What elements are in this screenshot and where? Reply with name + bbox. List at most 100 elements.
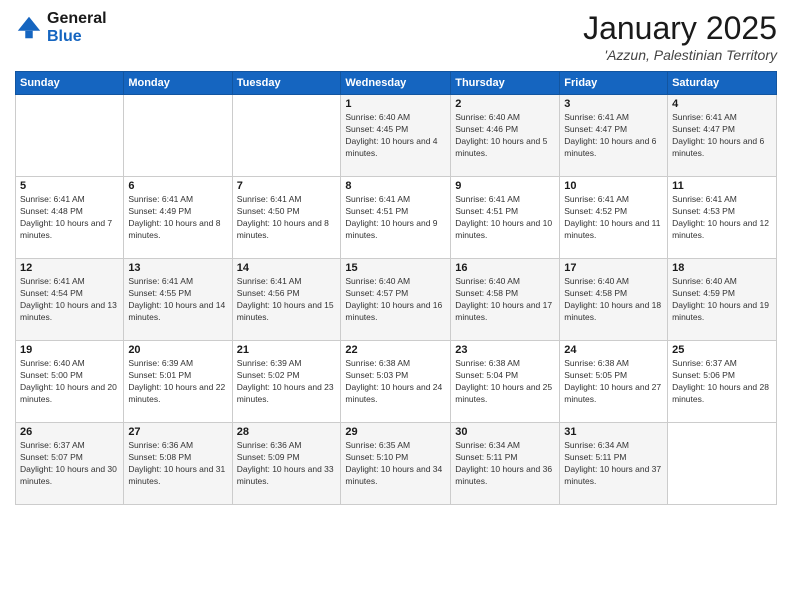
- day-info: Sunrise: 6:41 AM Sunset: 4:49 PM Dayligh…: [128, 194, 227, 242]
- table-row: 29Sunrise: 6:35 AM Sunset: 5:10 PM Dayli…: [341, 423, 451, 505]
- table-row: 16 Sunrise: 6:40 AM Sunset: 4:58 PM Dayli…: [451, 259, 560, 341]
- table-row: 4 Sunrise: 6:41 AM Sunset: 4:47 PM Daylig…: [668, 95, 777, 177]
- day-info: Sunrise: 6:37 AM Sunset: 5:07 PM Dayligh…: [20, 440, 119, 488]
- page: General Blue January 2025 'Azzun, Palest…: [0, 0, 792, 612]
- table-row: 28 Sunrise: 6:36 AM Sunset: 5:09 PM Dayli…: [232, 423, 341, 505]
- table-row: 30 Sunrise: 6:34 AM Sunset: 5:11 PM Dayli…: [451, 423, 560, 505]
- day-number: 15: [345, 262, 446, 274]
- day-number: 30: [455, 426, 555, 438]
- table-row: 15 Sunrise: 6:40 AM Sunset: 4:57 PM Dayli…: [341, 259, 451, 341]
- day-info: Sunrise: 6:40 AM Sunset: 4:58 PM Dayligh…: [455, 276, 555, 324]
- table-row: 20 Sunrise: 6:39 AM Sunset: 5:01 PM Dayli…: [124, 341, 232, 423]
- day-info: Sunrise: 6:41 AM Sunset: 4:48 PM Dayligh…: [20, 194, 119, 242]
- calendar-header-row: Sunday Monday Tuesday Wednesday Thursday…: [16, 72, 777, 95]
- day-info: Sunrise: 6:41 AM Sunset: 4:47 PM Dayligh…: [672, 112, 772, 160]
- calendar-week-row: 12 Sunrise: 6:41 AM Sunset: 4:54 PM Dayli…: [16, 259, 777, 341]
- day-info: Sunrise: 6:38 AM Sunset: 5:03 PM Dayligh…: [345, 358, 446, 406]
- table-row: 27 Sunrise: 6:36 AM Sunset: 5:08 PM Dayli…: [124, 423, 232, 505]
- table-row: [232, 95, 341, 177]
- calendar-week-row: 19 Sunrise: 6:40 AM Sunset: 5:00 PM Dayli…: [16, 341, 777, 423]
- day-info: Sunrise: 6:40 AM Sunset: 4:45 PM Dayligh…: [345, 112, 446, 160]
- day-info: Sunrise: 6:40 AM Sunset: 4:57 PM Dayligh…: [345, 276, 446, 324]
- day-info: Sunrise: 6:41 AM Sunset: 4:54 PM Dayligh…: [20, 276, 119, 324]
- table-row: 21 Sunrise: 6:39 AM Sunset: 5:02 PM Dayli…: [232, 341, 341, 423]
- day-info: Sunrise: 6:34 AM Sunset: 5:11 PM Dayligh…: [455, 440, 555, 488]
- title-block: January 2025 'Azzun, Palestinian Territo…: [583, 10, 777, 63]
- table-row: 25Sunrise: 6:37 AM Sunset: 5:06 PM Dayli…: [668, 341, 777, 423]
- table-row: 1 Sunrise: 6:40 AM Sunset: 4:45 PM Daylig…: [341, 95, 451, 177]
- day-info: Sunrise: 6:41 AM Sunset: 4:51 PM Dayligh…: [455, 194, 555, 242]
- header: General Blue January 2025 'Azzun, Palest…: [15, 10, 777, 63]
- day-info: Sunrise: 6:41 AM Sunset: 4:47 PM Dayligh…: [564, 112, 663, 160]
- day-number: 4: [672, 98, 772, 110]
- table-row: 17Sunrise: 6:40 AM Sunset: 4:58 PM Dayli…: [560, 259, 668, 341]
- day-number: 14: [237, 262, 337, 274]
- day-info: Sunrise: 6:35 AM Sunset: 5:10 PM Dayligh…: [345, 440, 446, 488]
- table-row: 2Sunrise: 6:40 AM Sunset: 4:46 PM Daylig…: [451, 95, 560, 177]
- table-row: 5 Sunrise: 6:41 AM Sunset: 4:48 PM Daylig…: [16, 177, 124, 259]
- day-number: 19: [20, 344, 119, 356]
- day-info: Sunrise: 6:41 AM Sunset: 4:55 PM Dayligh…: [128, 276, 227, 324]
- table-row: 24Sunrise: 6:38 AM Sunset: 5:05 PM Dayli…: [560, 341, 668, 423]
- day-info: Sunrise: 6:41 AM Sunset: 4:50 PM Dayligh…: [237, 194, 337, 242]
- day-info: Sunrise: 6:41 AM Sunset: 4:52 PM Dayligh…: [564, 194, 663, 242]
- table-row: 10 Sunrise: 6:41 AM Sunset: 4:52 PM Dayli…: [560, 177, 668, 259]
- day-number: 16: [455, 262, 555, 274]
- table-row: 7 Sunrise: 6:41 AM Sunset: 4:50 PM Daylig…: [232, 177, 341, 259]
- calendar-table: Sunday Monday Tuesday Wednesday Thursday…: [15, 71, 777, 505]
- table-row: 23Sunrise: 6:38 AM Sunset: 5:04 PM Dayli…: [451, 341, 560, 423]
- table-row: 18Sunrise: 6:40 AM Sunset: 4:59 PM Dayli…: [668, 259, 777, 341]
- day-info: Sunrise: 6:40 AM Sunset: 4:46 PM Dayligh…: [455, 112, 555, 160]
- day-number: 3: [564, 98, 663, 110]
- day-number: 26: [20, 426, 119, 438]
- table-row: 14Sunrise: 6:41 AM Sunset: 4:56 PM Dayli…: [232, 259, 341, 341]
- day-number: 9: [455, 180, 555, 192]
- day-info: Sunrise: 6:36 AM Sunset: 5:09 PM Dayligh…: [237, 440, 337, 488]
- day-info: Sunrise: 6:36 AM Sunset: 5:08 PM Dayligh…: [128, 440, 227, 488]
- day-info: Sunrise: 6:40 AM Sunset: 5:00 PM Dayligh…: [20, 358, 119, 406]
- day-info: Sunrise: 6:40 AM Sunset: 4:58 PM Dayligh…: [564, 276, 663, 324]
- col-monday: Monday: [124, 72, 232, 95]
- table-row: 31 Sunrise: 6:34 AM Sunset: 5:11 PM Dayli…: [560, 423, 668, 505]
- day-number: 24: [564, 344, 663, 356]
- day-info: Sunrise: 6:41 AM Sunset: 4:53 PM Dayligh…: [672, 194, 772, 242]
- logo-text: General Blue: [47, 10, 107, 45]
- day-info: Sunrise: 6:41 AM Sunset: 4:51 PM Dayligh…: [345, 194, 446, 242]
- day-number: 28: [237, 426, 337, 438]
- table-row: [16, 95, 124, 177]
- col-sunday: Sunday: [16, 72, 124, 95]
- day-number: 20: [128, 344, 227, 356]
- day-info: Sunrise: 6:39 AM Sunset: 5:01 PM Dayligh…: [128, 358, 227, 406]
- table-row: 11 Sunrise: 6:41 AM Sunset: 4:53 PM Dayli…: [668, 177, 777, 259]
- col-friday: Friday: [560, 72, 668, 95]
- col-thursday: Thursday: [451, 72, 560, 95]
- day-number: 22: [345, 344, 446, 356]
- location: 'Azzun, Palestinian Territory: [583, 47, 777, 63]
- day-number: 7: [237, 180, 337, 192]
- day-number: 27: [128, 426, 227, 438]
- calendar-week-row: 1 Sunrise: 6:40 AM Sunset: 4:45 PM Daylig…: [16, 95, 777, 177]
- day-info: Sunrise: 6:39 AM Sunset: 5:02 PM Dayligh…: [237, 358, 337, 406]
- day-number: 21: [237, 344, 337, 356]
- table-row: 3 Sunrise: 6:41 AM Sunset: 4:47 PM Daylig…: [560, 95, 668, 177]
- day-number: 8: [345, 180, 446, 192]
- day-number: 31: [564, 426, 663, 438]
- month-title: January 2025: [583, 10, 777, 47]
- day-number: 10: [564, 180, 663, 192]
- day-number: 1: [345, 98, 446, 110]
- day-number: 5: [20, 180, 119, 192]
- calendar-week-row: 26 Sunrise: 6:37 AM Sunset: 5:07 PM Dayli…: [16, 423, 777, 505]
- logo-icon: [15, 14, 43, 42]
- table-row: [668, 423, 777, 505]
- col-saturday: Saturday: [668, 72, 777, 95]
- table-row: 8 Sunrise: 6:41 AM Sunset: 4:51 PM Daylig…: [341, 177, 451, 259]
- table-row: 26 Sunrise: 6:37 AM Sunset: 5:07 PM Dayli…: [16, 423, 124, 505]
- day-number: 6: [128, 180, 227, 192]
- table-row: 22 Sunrise: 6:38 AM Sunset: 5:03 PM Dayli…: [341, 341, 451, 423]
- day-number: 11: [672, 180, 772, 192]
- col-tuesday: Tuesday: [232, 72, 341, 95]
- day-number: 12: [20, 262, 119, 274]
- table-row: 12 Sunrise: 6:41 AM Sunset: 4:54 PM Dayli…: [16, 259, 124, 341]
- day-info: Sunrise: 6:34 AM Sunset: 5:11 PM Dayligh…: [564, 440, 663, 488]
- day-info: Sunrise: 6:38 AM Sunset: 5:04 PM Dayligh…: [455, 358, 555, 406]
